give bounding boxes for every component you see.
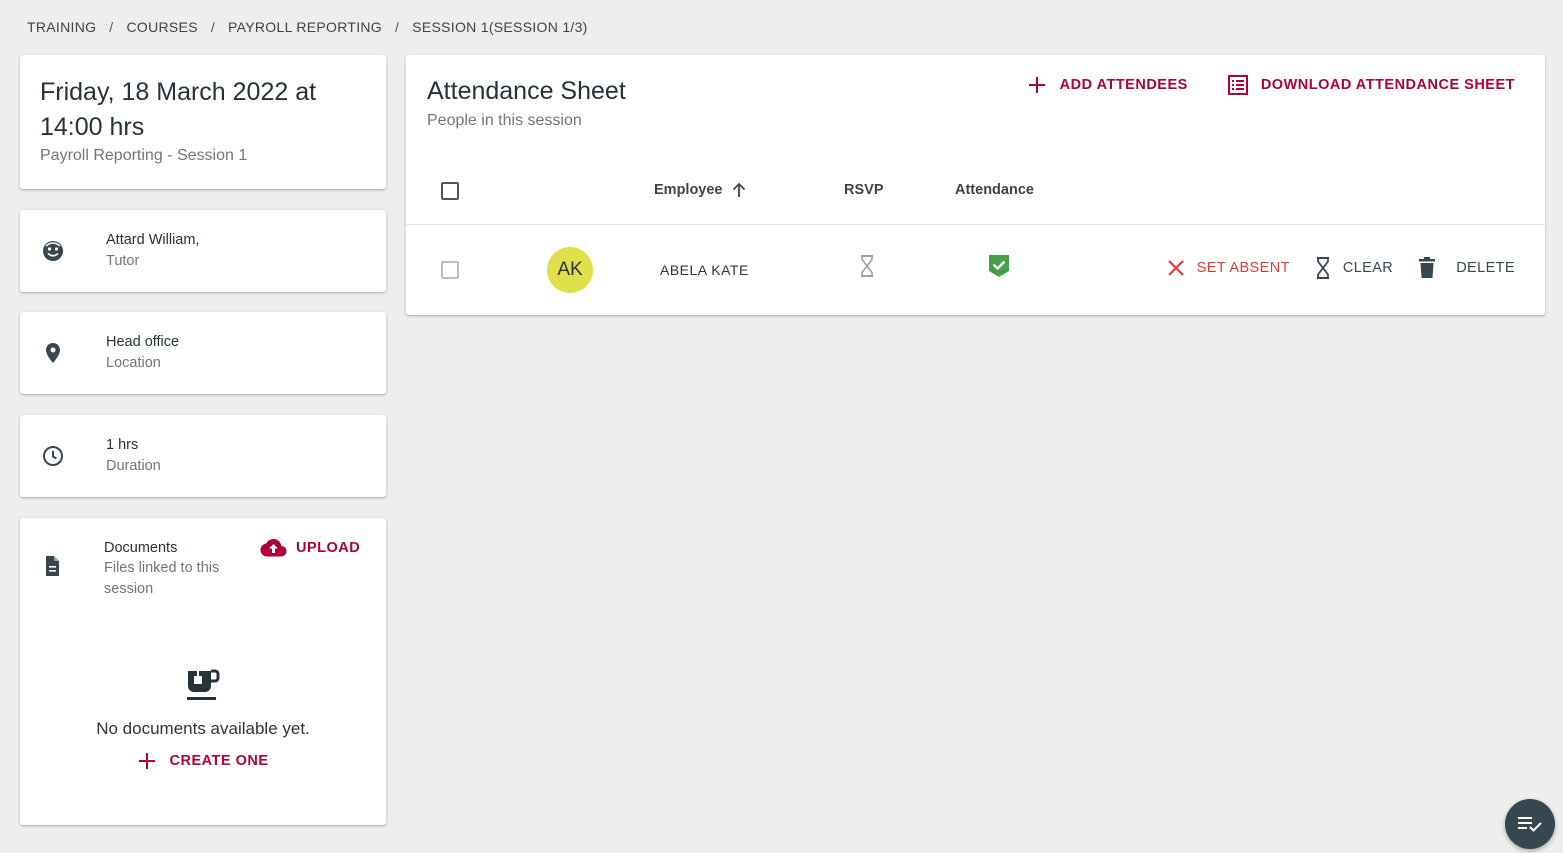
download-attendance-label: DOWNLOAD ATTENDANCE SHEET [1260, 77, 1515, 93]
tutor-card: Attard William, Tutor [20, 210, 386, 292]
avatar: AK [547, 247, 593, 293]
duration-value: 1 hrs [106, 437, 139, 453]
table-divider [406, 224, 1545, 225]
location-label: Location [106, 355, 161, 371]
documents-card: Documents Files linked to this session U… [20, 518, 386, 825]
sort-arrow-up-icon [731, 182, 747, 198]
employee-name: ABELA KATE [660, 262, 749, 278]
documents-subtitle: Files linked to this session [104, 560, 220, 597]
clock-icon [40, 443, 66, 469]
duration-label: Duration [106, 458, 161, 474]
breadcrumb-courses[interactable]: COURSES [127, 19, 198, 35]
face-icon [40, 238, 66, 264]
empty-message: No documents available yet. [96, 719, 310, 738]
column-employee[interactable]: Employee [654, 182, 747, 198]
cloud-upload-icon [260, 538, 287, 558]
attendance-sheet-card: Attendance Sheet People in this session … [406, 55, 1545, 315]
breadcrumb: TRAINING / COURSES / PAYROLL REPORTING /… [27, 19, 588, 35]
location-card: Head office Location [20, 312, 386, 394]
hourglass-pending-icon [859, 255, 875, 282]
coffee-cup-icon [185, 668, 221, 709]
attendance-subtitle: People in this session [427, 112, 582, 129]
documents-title: Documents [104, 540, 178, 556]
document-icon [40, 554, 64, 600]
plus-icon [138, 752, 156, 770]
breadcrumb-separator: / [210, 19, 216, 35]
playlist-check-icon [1517, 814, 1543, 834]
hourglass-icon [1315, 257, 1331, 279]
breadcrumb-training[interactable]: TRAINING [27, 19, 96, 35]
attendance-title: Attendance Sheet [427, 77, 626, 105]
create-label: CREATE ONE [169, 753, 269, 769]
location-pin-icon [40, 340, 66, 366]
tutor-name: Attard William, [106, 232, 200, 248]
column-employee-label: Employee [654, 182, 723, 198]
add-attendees-button[interactable]: ADD ATTENDEES [1028, 75, 1188, 95]
clear-button[interactable]: CLEAR [1315, 257, 1393, 279]
column-rsvp[interactable]: RSVP [844, 182, 884, 198]
set-absent-button[interactable]: SET ABSENT [1167, 259, 1290, 277]
list-sheet-icon [1227, 75, 1248, 95]
breadcrumb-separator: / [395, 19, 400, 35]
breadcrumb-separator: / [109, 19, 114, 35]
present-check-shield-icon [988, 254, 1010, 283]
duration-card: 1 hrs Duration [20, 415, 386, 497]
delete-label: DELETE [1456, 260, 1515, 276]
task-list-fab[interactable] [1505, 799, 1555, 849]
documents-empty-state: No documents available yet. CREATE ONE [20, 668, 386, 770]
download-attendance-button[interactable]: DOWNLOAD ATTENDANCE SHEET [1227, 75, 1515, 95]
breadcrumb-course[interactable]: PAYROLL REPORTING [228, 19, 382, 35]
create-document-button[interactable]: CREATE ONE [20, 752, 386, 770]
session-subtitle: Payroll Reporting - Session 1 [40, 147, 248, 164]
delete-button[interactable]: DELETE [1418, 257, 1515, 279]
column-attendance[interactable]: Attendance [955, 182, 1034, 198]
upload-button[interactable]: UPLOAD [260, 538, 360, 558]
breadcrumb-session: SESSION 1(SESSION 1/3) [412, 19, 588, 35]
session-title: Friday, 18 March 2022 at 14:00 hrs [40, 78, 317, 141]
add-attendees-label: ADD ATTENDEES [1059, 77, 1188, 93]
clear-label: CLEAR [1342, 260, 1394, 276]
session-date-card: Friday, 18 March 2022 at 14:00 hrs Payro… [20, 55, 386, 189]
close-icon [1167, 259, 1185, 277]
select-all-checkbox[interactable] [441, 182, 459, 200]
upload-label: UPLOAD [296, 540, 361, 556]
tutor-role: Tutor [106, 253, 140, 269]
location-name: Head office [106, 334, 180, 350]
set-absent-label: SET ABSENT [1196, 260, 1290, 276]
trash-icon [1418, 257, 1436, 279]
plus-icon [1028, 76, 1046, 94]
row-checkbox[interactable] [441, 261, 459, 279]
